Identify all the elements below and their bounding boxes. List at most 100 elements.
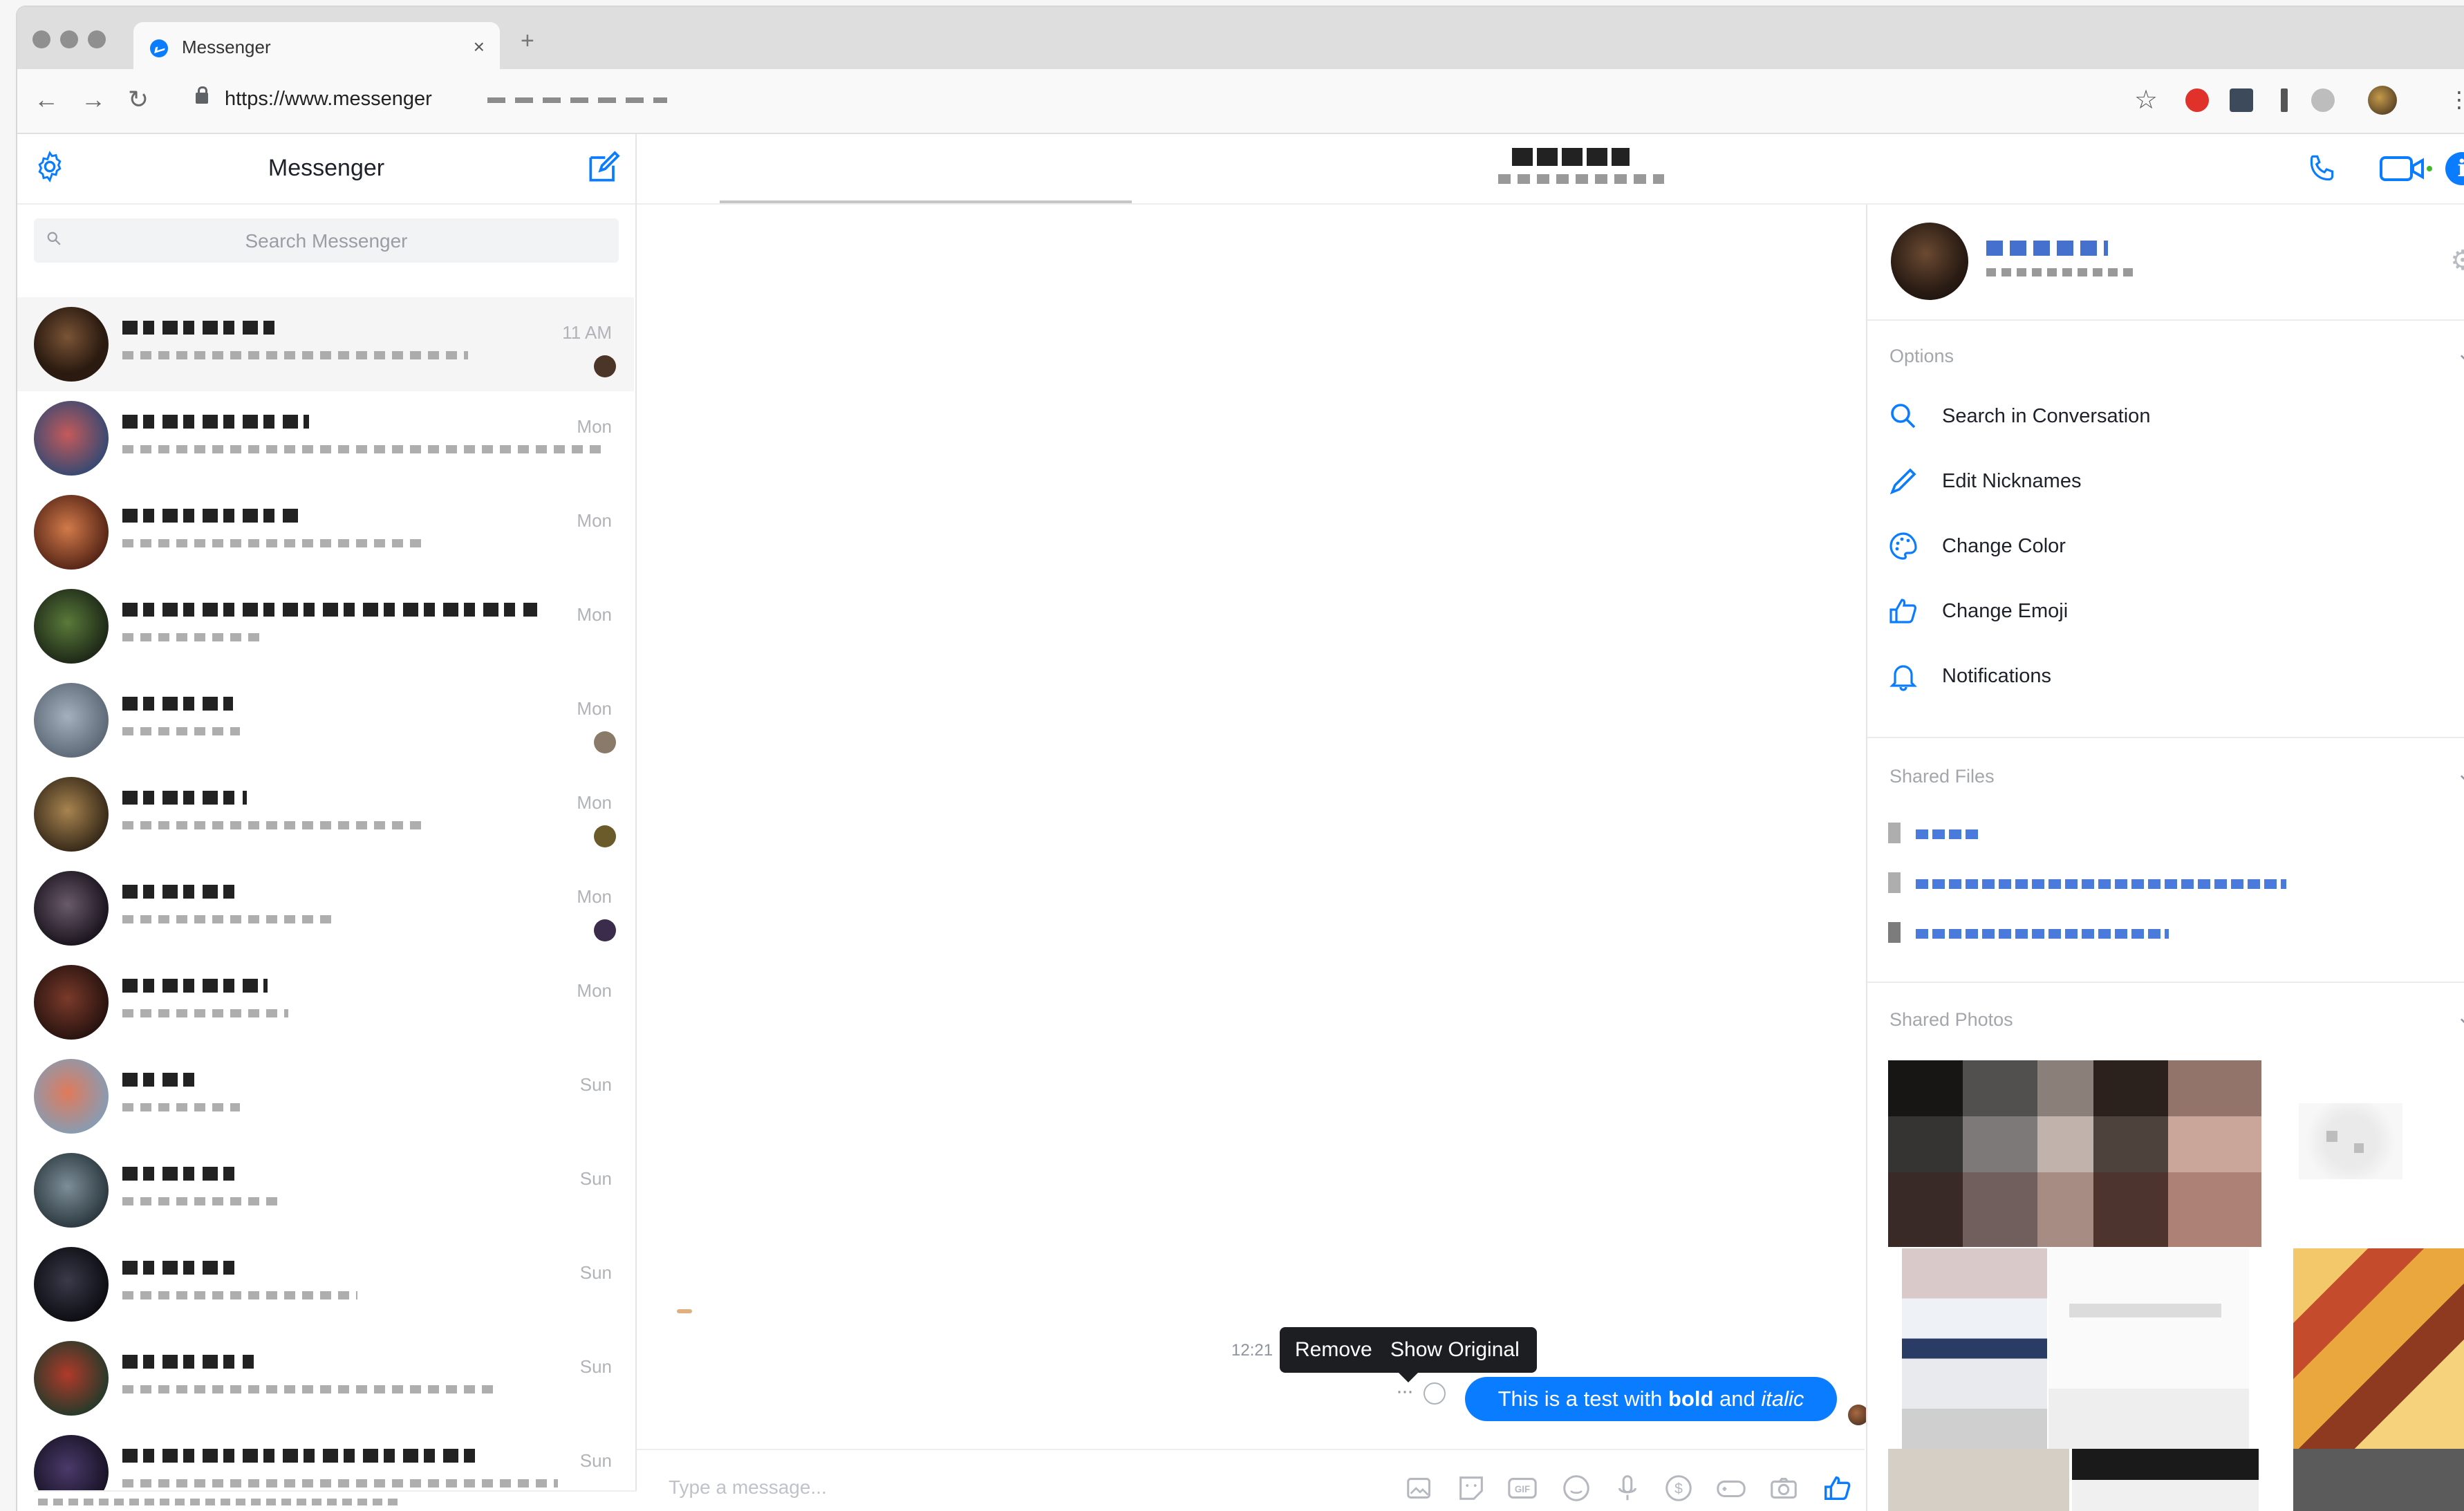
contact-name-blurred[interactable] bbox=[1986, 241, 2108, 256]
shared-photo[interactable] bbox=[2293, 1248, 2464, 1449]
conversation-item[interactable]: Mon bbox=[17, 861, 634, 955]
conversation-item[interactable]: Mon bbox=[17, 955, 634, 1049]
reload-icon[interactable]: ↻ bbox=[128, 87, 149, 112]
message-text-and: and bbox=[1713, 1387, 1762, 1411]
message-timestamp: 12:21 bbox=[1231, 1341, 1273, 1360]
forward-arrow-icon[interactable]: → bbox=[81, 87, 106, 112]
minimize-window-button[interactable] bbox=[60, 30, 78, 48]
bookmark-star-icon[interactable]: ☆ bbox=[2134, 84, 2158, 115]
sticker-icon[interactable] bbox=[1455, 1472, 1487, 1504]
cursor-extension-icon[interactable] bbox=[2281, 88, 2288, 112]
avatar bbox=[34, 1341, 109, 1416]
shared-photo[interactable] bbox=[2293, 1449, 2464, 1511]
message-thread: 12:21 Remove Show Original ··· This is a… bbox=[637, 205, 1869, 1449]
shared-photos-header[interactable]: Shared Photos bbox=[1889, 1009, 2013, 1031]
conversation-snippet-blurred bbox=[122, 915, 337, 923]
conversation-snippet-blurred bbox=[122, 1291, 357, 1299]
extension-icon[interactable] bbox=[2230, 88, 2253, 112]
games-icon[interactable] bbox=[1715, 1472, 1747, 1504]
conversation-item[interactable]: 11 AM bbox=[17, 297, 634, 391]
file-icon bbox=[1888, 922, 1901, 943]
close-window-button[interactable] bbox=[32, 30, 50, 48]
avatar bbox=[34, 1153, 109, 1228]
remove-message-button[interactable]: Remove bbox=[1295, 1338, 1372, 1362]
conversation-snippet-blurred bbox=[122, 445, 606, 453]
new-tab-button[interactable]: + bbox=[521, 29, 534, 53]
address-toolbar: ← → ↻ https://www.messenger ☆ ⋮ bbox=[17, 69, 2464, 134]
thumbs-up-icon bbox=[1889, 599, 1916, 623]
photo-pixel-layer bbox=[2326, 1131, 2337, 1142]
options-chevron-down-icon[interactable]: ⌄ bbox=[2456, 341, 2464, 366]
option-notifications[interactable]: Notifications bbox=[1887, 655, 2440, 697]
conversation-item[interactable]: Mon bbox=[17, 391, 634, 485]
conversation-info-icon[interactable]: i bbox=[2445, 152, 2464, 185]
seen-avatar bbox=[594, 355, 616, 377]
conversation-name-blurred bbox=[122, 697, 233, 711]
sent-message-bubble[interactable]: This is a test with bold and italic bbox=[1465, 1377, 1837, 1421]
conversation-item[interactable]: Sun bbox=[17, 1331, 634, 1425]
conversation-item[interactable]: Mon bbox=[17, 485, 634, 579]
options-header[interactable]: Options bbox=[1889, 346, 1954, 367]
conversation-snippet-blurred bbox=[122, 727, 240, 735]
shared-photo[interactable] bbox=[2048, 1248, 2249, 1449]
adblock-extension-icon[interactable] bbox=[2185, 88, 2209, 112]
conversation-name-blurred bbox=[122, 1449, 482, 1463]
conversation-item[interactable]: Sun bbox=[17, 1237, 634, 1331]
shared-photo[interactable] bbox=[1902, 1248, 2047, 1449]
message-input[interactable]: Type a message... bbox=[669, 1476, 827, 1499]
conversation-item[interactable]: Mon bbox=[17, 673, 634, 767]
video-call-icon[interactable] bbox=[2378, 153, 2434, 184]
shared-photo[interactable] bbox=[1888, 1449, 2069, 1511]
react-emoji-icon[interactable] bbox=[1424, 1382, 1446, 1405]
shared-files-header[interactable]: Shared Files bbox=[1889, 766, 1995, 787]
photo-pixel-layer bbox=[2069, 1304, 2221, 1317]
option-search-in-conversation[interactable]: Search in Conversation bbox=[1887, 395, 2440, 437]
messenger-favicon-icon bbox=[150, 39, 168, 57]
file-name-blurred bbox=[1916, 879, 2286, 889]
conversation-snippet-blurred bbox=[122, 1385, 496, 1393]
more-actions-icon[interactable]: ··· bbox=[1396, 1380, 1414, 1403]
conversation-item[interactable]: Mon bbox=[17, 579, 634, 673]
url-field[interactable]: https://www.messenger bbox=[225, 88, 432, 111]
thumbs-up-icon[interactable] bbox=[1822, 1472, 1854, 1504]
conversation-item[interactable]: Sun bbox=[17, 1049, 634, 1143]
profile-avatar-icon[interactable] bbox=[2368, 86, 2397, 115]
option-change-emoji[interactable]: Change Emoji bbox=[1887, 590, 2440, 632]
maximize-window-button[interactable] bbox=[88, 30, 106, 48]
option-label: Edit Nicknames bbox=[1942, 470, 2082, 492]
back-arrow-icon[interactable]: ← bbox=[34, 87, 59, 112]
option-change-color[interactable]: Change Color bbox=[1887, 525, 2440, 567]
browser-menu-icon[interactable]: ⋮ bbox=[2448, 87, 2464, 112]
conversation-item[interactable]: Mon bbox=[17, 767, 634, 861]
conversation-snippet-blurred bbox=[122, 1479, 558, 1487]
payment-icon[interactable]: $ bbox=[1663, 1472, 1695, 1504]
microphone-icon[interactable] bbox=[1612, 1472, 1643, 1504]
conversation-item[interactable]: Sun bbox=[17, 1143, 634, 1237]
image-icon[interactable] bbox=[1404, 1472, 1436, 1504]
option-edit-nicknames[interactable]: Edit Nicknames bbox=[1887, 460, 2440, 502]
loading-bar bbox=[720, 200, 1132, 203]
shared-files-chevron-down-icon[interactable]: ⌄ bbox=[2456, 762, 2464, 786]
option-label: Notifications bbox=[1942, 665, 2051, 687]
phone-call-icon[interactable] bbox=[2304, 152, 2339, 187]
tab-close-icon[interactable]: × bbox=[474, 36, 485, 58]
message-text-bold: bold bbox=[1668, 1387, 1714, 1411]
camera-icon[interactable] bbox=[1768, 1472, 1800, 1504]
shared-photo[interactable] bbox=[2299, 1103, 2402, 1179]
shared-photo[interactable] bbox=[1888, 1060, 2261, 1247]
conversation-name-blurred bbox=[122, 885, 240, 899]
shared-photos-chevron-down-icon[interactable]: ⌄ bbox=[2456, 1005, 2464, 1029]
browser-tab-messenger[interactable]: Messenger × bbox=[133, 22, 500, 71]
emoji-icon[interactable] bbox=[1560, 1472, 1592, 1504]
show-original-button[interactable]: Show Original bbox=[1390, 1338, 1520, 1362]
gif-icon[interactable]: GIF bbox=[1506, 1472, 1538, 1504]
extension-grey-icon[interactable] bbox=[2311, 88, 2335, 112]
conversation-snippet-blurred bbox=[122, 351, 468, 359]
compose-icon[interactable] bbox=[584, 148, 623, 187]
contact-avatar[interactable] bbox=[1891, 223, 1968, 300]
sidebar-title: Messenger bbox=[268, 155, 385, 181]
chat-contact-name-blurred[interactable] bbox=[1512, 148, 1630, 166]
shared-photo[interactable] bbox=[2072, 1449, 2259, 1511]
conversation-settings-gear-icon[interactable]: ⚙ bbox=[2450, 245, 2464, 276]
search-messenger-input[interactable]: Search Messenger bbox=[34, 218, 619, 263]
